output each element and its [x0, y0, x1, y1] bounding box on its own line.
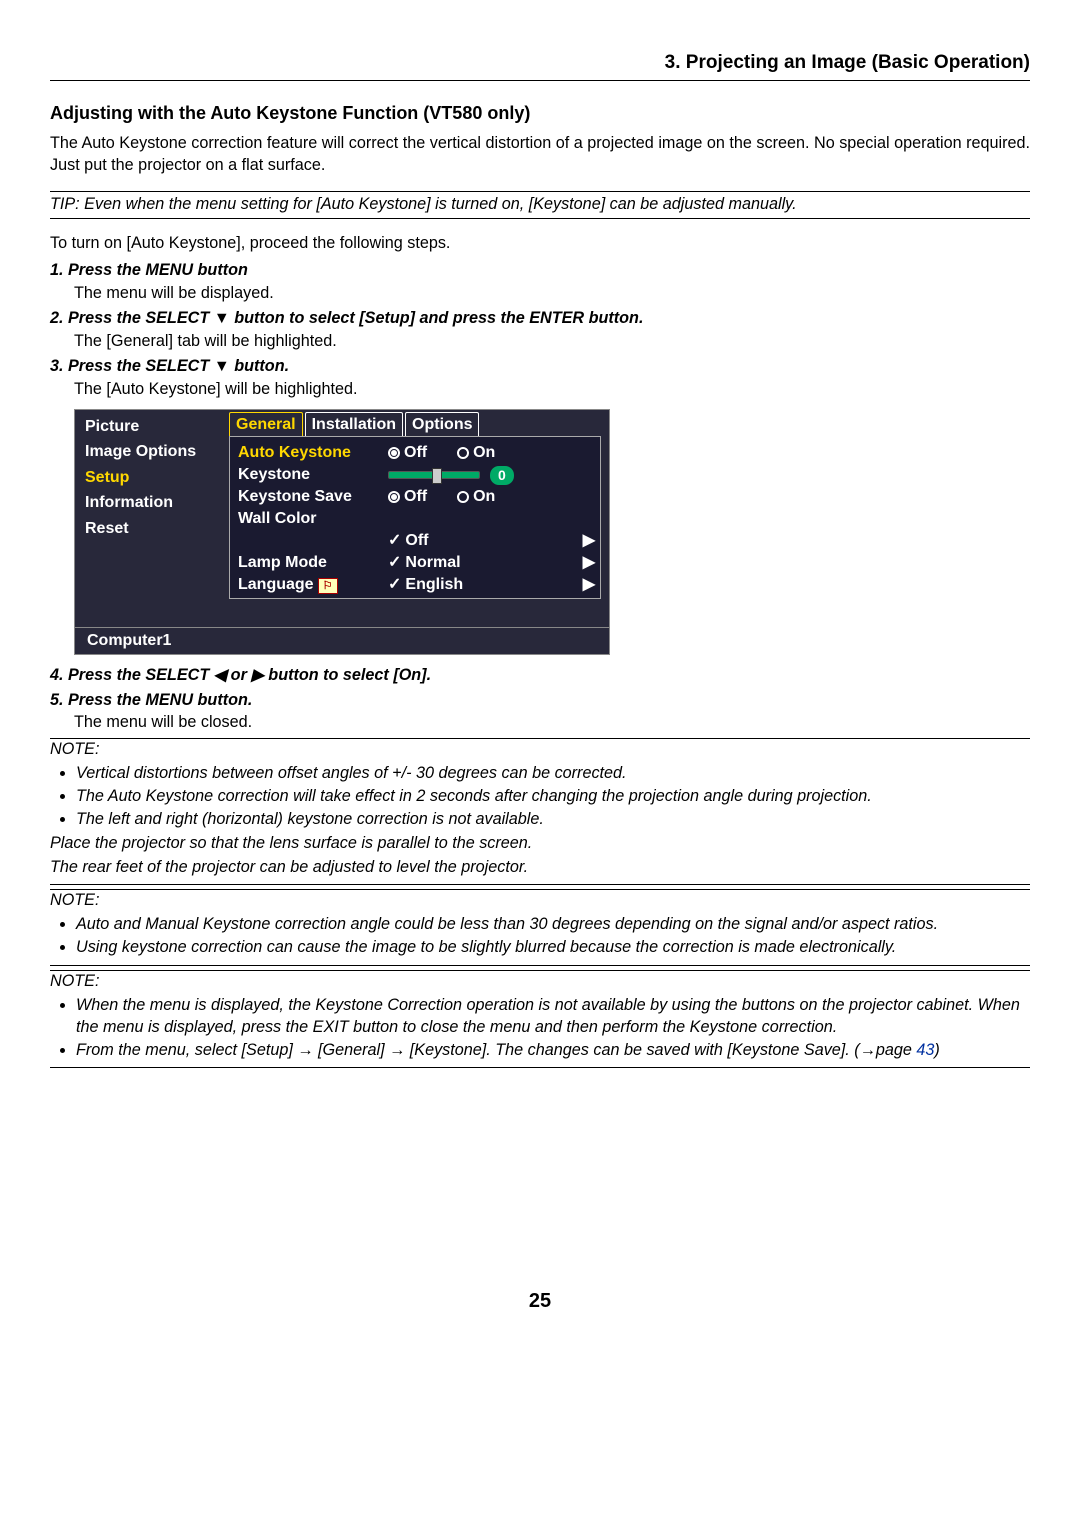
- tab-options: Options: [405, 412, 479, 437]
- triangle-right-icon: ▶: [583, 574, 595, 596]
- osd-panel: Auto Keystone Off On Keystone 0 Keystone…: [229, 436, 601, 599]
- note-1-p1: Place the projector so that the lens sur…: [50, 833, 1030, 855]
- note-2-b: Using keystone correction can cause the …: [76, 937, 1030, 959]
- radio-on-icon: [457, 491, 469, 503]
- step-5: 5. Press the MENU button.: [50, 690, 1030, 712]
- value-off: Off: [404, 442, 427, 464]
- note-1-c: The left and right (horizontal) keystone…: [76, 809, 1030, 831]
- label-wall-color: Wall Color: [238, 508, 388, 530]
- label-language: Language: [238, 576, 314, 593]
- value-on: On: [473, 486, 495, 508]
- language-icon: ⚐: [318, 578, 338, 594]
- nav-setup: Setup: [75, 465, 227, 491]
- row-auto-keystone: Auto Keystone Off On: [238, 442, 592, 464]
- row-keystone: Keystone 0: [238, 464, 592, 486]
- note-1-b: The Auto Keystone correction will take e…: [76, 786, 1030, 808]
- note-3-b-pre: From the menu, select [Setup] → [General…: [76, 1041, 916, 1059]
- note-2-a: Auto and Manual Keystone correction angl…: [76, 914, 1030, 936]
- row-language: Language⚐ English ▶: [238, 574, 592, 596]
- nav-information: Information: [75, 490, 227, 516]
- radio-off-icon: [388, 491, 400, 503]
- value-on: On: [473, 442, 495, 464]
- note-1-head: NOTE:: [50, 738, 1030, 761]
- osd-left-nav: Picture Image Options Setup Information …: [75, 410, 227, 628]
- lead-paragraph: To turn on [Auto Keystone], proceed the …: [50, 233, 1030, 255]
- label-lamp-mode: Lamp Mode: [238, 552, 388, 574]
- note-3-b: From the menu, select [Setup] → [General…: [76, 1040, 1030, 1062]
- step-3: 3. Press the SELECT ▼ button.: [50, 356, 1030, 378]
- tip-note: TIP: Even when the menu setting for [Aut…: [50, 191, 1030, 219]
- label-auto-keystone: Auto Keystone: [238, 442, 388, 464]
- radio-on-icon: [457, 447, 469, 459]
- step-1-sub: The menu will be displayed.: [74, 283, 1030, 305]
- value-wall-off: Off: [388, 530, 429, 552]
- keystone-slider: [388, 471, 480, 479]
- note-3-body: When the menu is displayed, the Keystone…: [50, 995, 1030, 1069]
- note-1-a: Vertical distortions between offset angl…: [76, 763, 1030, 785]
- tab-general: General: [229, 412, 303, 437]
- row-wall-color: Wall Color: [238, 508, 592, 530]
- step-1: 1. Press the MENU button: [50, 260, 1030, 282]
- radio-off-icon: [388, 447, 400, 459]
- value-lang-english: English: [388, 574, 463, 596]
- page-number: 25: [50, 1288, 1030, 1315]
- triangle-right-icon: ▶: [583, 552, 595, 574]
- note-1-p2: The rear feet of the projector can be ad…: [50, 857, 1030, 879]
- note-3-head: NOTE:: [50, 970, 1030, 993]
- row-wall-value: Off ▶: [238, 530, 592, 552]
- row-lamp-mode: Lamp Mode Normal ▶: [238, 552, 592, 574]
- step-3-sub: The [Auto Keystone] will be highlighted.: [74, 379, 1030, 401]
- note-1-body: Vertical distortions between offset angl…: [50, 763, 1030, 885]
- section-title: Adjusting with the Auto Keystone Functio…: [50, 101, 1030, 125]
- tab-installation: Installation: [305, 412, 403, 437]
- value-lamp-normal: Normal: [388, 552, 461, 574]
- page-link-43[interactable]: 43: [916, 1041, 934, 1059]
- nav-reset: Reset: [75, 516, 227, 542]
- note-3-a: When the menu is displayed, the Keystone…: [76, 995, 1030, 1039]
- note-3-b-post: ): [934, 1041, 939, 1059]
- nav-image-options: Image Options: [75, 439, 227, 465]
- osd-tabs: General Installation Options: [227, 410, 609, 437]
- step-4: 4. Press the SELECT ◀ or ▶ button to sel…: [50, 665, 1030, 687]
- note-2-head: NOTE:: [50, 889, 1030, 912]
- step-5-sub: The menu will be closed.: [74, 712, 1030, 734]
- step-2: 2. Press the SELECT ▼ button to select […: [50, 308, 1030, 330]
- osd-menu: Picture Image Options Setup Information …: [74, 409, 610, 655]
- nav-picture: Picture: [75, 414, 227, 440]
- row-keystone-save: Keystone Save Off On: [238, 486, 592, 508]
- chapter-title: 3. Projecting an Image (Basic Operation): [50, 50, 1030, 81]
- label-keystone: Keystone: [238, 464, 388, 486]
- osd-statusbar: Computer1: [74, 628, 610, 655]
- intro-paragraph: The Auto Keystone correction feature wil…: [50, 133, 1030, 177]
- label-keystone-save: Keystone Save: [238, 486, 388, 508]
- value-off: Off: [404, 486, 427, 508]
- triangle-right-icon: ▶: [583, 530, 595, 552]
- step-2-sub: The [General] tab will be highlighted.: [74, 331, 1030, 353]
- note-2-body: Auto and Manual Keystone correction angl…: [50, 914, 1030, 966]
- keystone-value-badge: 0: [490, 466, 514, 485]
